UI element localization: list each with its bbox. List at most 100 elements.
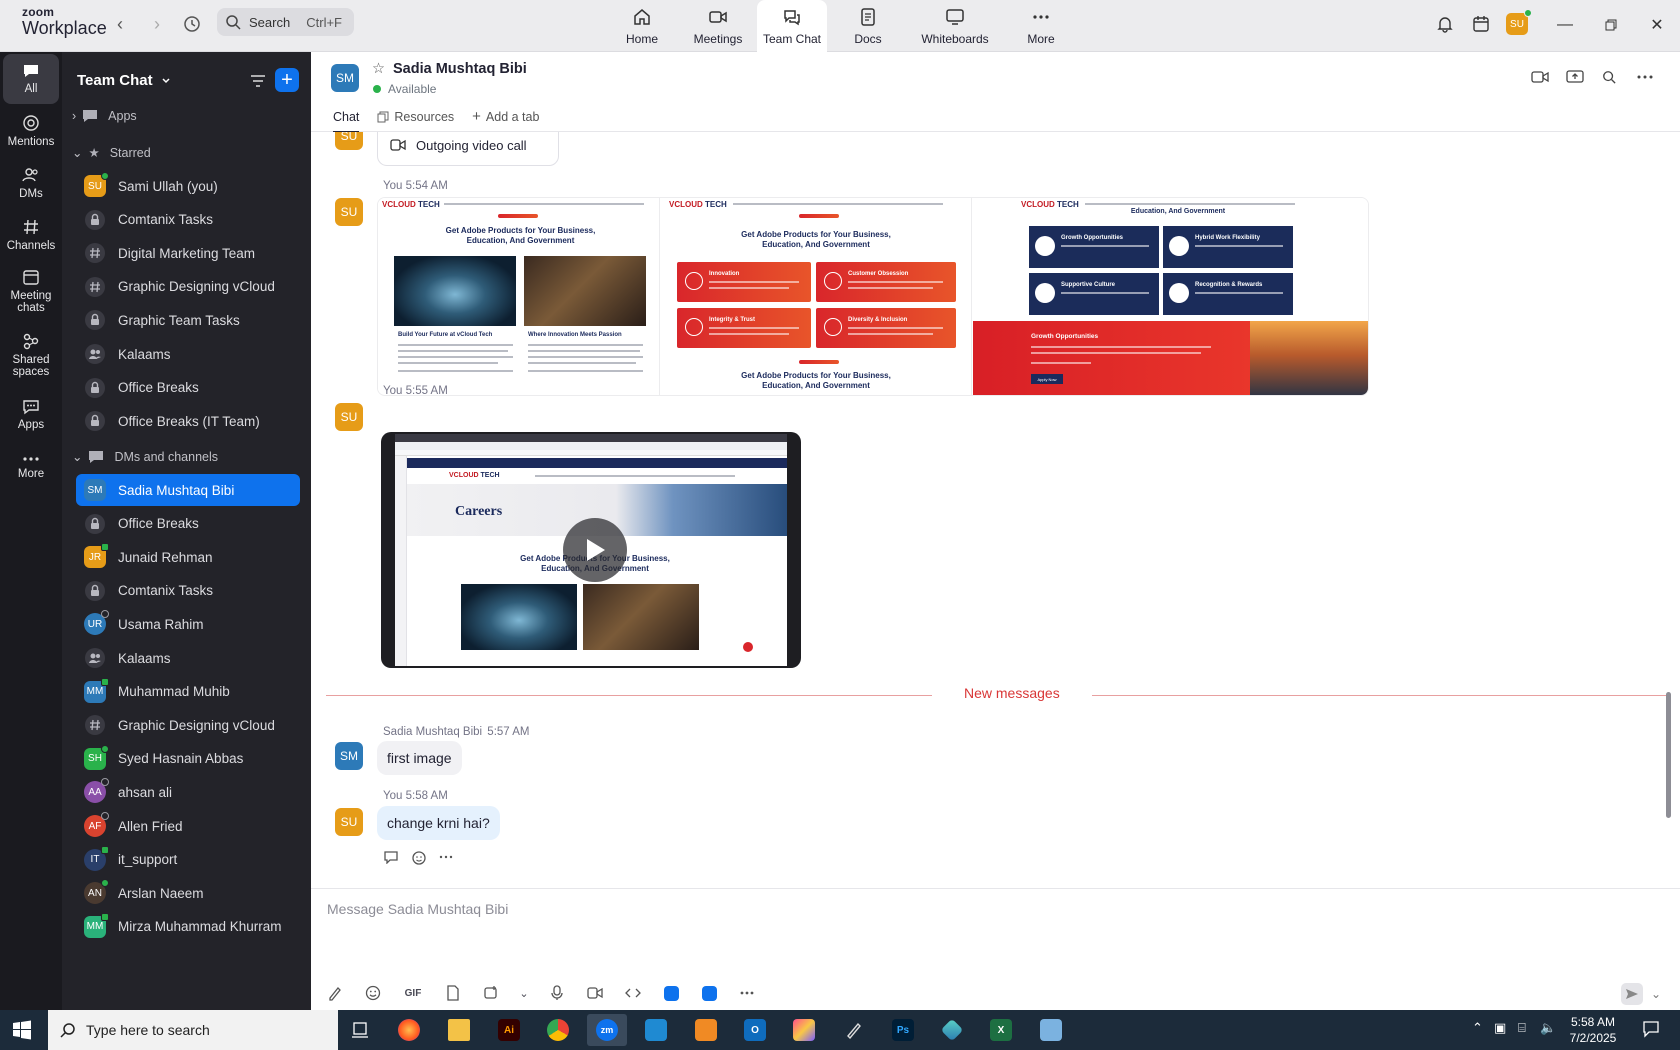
video-call-icon[interactable] <box>1529 66 1551 88</box>
scrollbar-thumb[interactable] <box>1666 692 1671 818</box>
photoshop-icon[interactable]: Ps <box>883 1014 923 1046</box>
tray-chevron-icon[interactable]: ⌃ <box>1472 1020 1483 1036</box>
more-options-icon[interactable] <box>1634 66 1656 88</box>
app-icon-colorful[interactable] <box>784 1014 824 1046</box>
video-attachment[interactable]: VCLOUD TECH Careers Get Adobe Products f… <box>381 432 801 668</box>
back-arrow-icon[interactable]: ‹ <box>108 12 132 36</box>
play-button[interactable] <box>563 518 627 582</box>
share-screen-icon[interactable] <box>1564 66 1586 88</box>
sidebar-item[interactable]: Graphic Team Tasks <box>76 304 300 336</box>
sender-avatar[interactable]: SU <box>335 808 363 836</box>
app-icon-teal[interactable] <box>932 1014 972 1046</box>
sidebar-title[interactable]: Team Chat <box>77 72 171 89</box>
illustrator-icon[interactable]: Ai <box>489 1014 529 1046</box>
tab-docs[interactable]: Docs <box>843 0 893 52</box>
tab-chat[interactable]: Chat <box>333 108 360 133</box>
sidebar-item[interactable]: Comtanix Tasks <box>76 575 300 607</box>
sidebar-item[interactable]: SU Sami Ullah (you) <box>76 170 300 202</box>
calendar-icon[interactable] <box>1469 12 1493 36</box>
tab-meetings[interactable]: Meetings <box>688 0 748 52</box>
rail-more[interactable]: More <box>3 442 59 492</box>
sidebar-item[interactable]: MM Muhammad Muhib <box>76 676 300 708</box>
tab-whiteboards[interactable]: Whiteboards <box>915 0 995 52</box>
star-outline-icon[interactable]: ☆ <box>372 61 385 77</box>
user-avatar[interactable]: SU <box>1505 9 1532 36</box>
sender-name[interactable]: Sadia Mushtaq Bibi <box>383 726 482 738</box>
sidebar-item[interactable]: MM Mirza Muhammad Khurram <box>76 911 300 943</box>
close-icon[interactable]: ✕ <box>1644 12 1670 38</box>
task-view-icon[interactable] <box>340 1014 380 1046</box>
tray-app-icon[interactable]: ▣ <box>1494 1020 1506 1036</box>
image-attachment-1[interactable]: VCLOUD TECH Get Adobe Products for Your … <box>378 198 660 395</box>
chrome-icon[interactable] <box>538 1014 578 1046</box>
sidebar-item[interactable]: AF Allen Fried <box>76 810 300 842</box>
sender-avatar[interactable]: SU <box>335 132 363 150</box>
rail-shared-spaces[interactable]: Shared spaces <box>3 326 59 384</box>
rail-all[interactable]: All <box>3 54 59 104</box>
windows-start-icon[interactable] <box>12 1020 32 1040</box>
tab-resources[interactable]: Resources <box>377 108 454 133</box>
rail-meeting-chats[interactable]: Meeting chats <box>3 262 59 320</box>
minimize-icon[interactable]: — <box>1552 12 1578 38</box>
outlook-icon[interactable]: O <box>735 1014 775 1046</box>
search-icon[interactable] <box>1598 66 1620 88</box>
sidebar-item[interactable]: JR Junaid Rehman <box>76 541 300 573</box>
sidebar-item[interactable]: Office Breaks <box>76 372 300 404</box>
sidebar-item[interactable]: AN Arslan Naeem <box>76 877 300 909</box>
sender-avatar[interactable]: SM <box>335 742 363 770</box>
sidebar-item[interactable]: Office Breaks <box>76 508 300 540</box>
app-icon-blue[interactable] <box>1031 1014 1071 1046</box>
sender-avatar[interactable]: SU <box>335 198 363 226</box>
microphone-icon[interactable] <box>547 983 567 1003</box>
message-input[interactable]: Message Sadia Mushtaq Bibi <box>327 901 508 917</box>
emoji-reaction-icon[interactable] <box>411 850 427 866</box>
zoom-app-icon[interactable]: zm <box>587 1014 627 1046</box>
gif-button[interactable]: GIF <box>401 983 425 1003</box>
send-icon[interactable] <box>1621 983 1643 1005</box>
sender-avatar[interactable]: SU <box>335 403 363 431</box>
video-message-icon[interactable] <box>585 983 605 1003</box>
taskbar-search[interactable]: Type here to search <box>48 1010 338 1050</box>
bell-icon[interactable] <box>1433 12 1457 36</box>
attach-file-icon[interactable] <box>443 983 463 1003</box>
excel-icon[interactable]: X <box>981 1014 1021 1046</box>
screenshot-icon[interactable] <box>481 983 501 1003</box>
network-icon[interactable]: ⌸ <box>1518 1020 1526 1036</box>
new-chat-button[interactable]: + <box>275 68 299 92</box>
sidebar-item[interactable]: SM Sadia Mushtaq Bibi <box>76 474 300 506</box>
code-snippet-icon[interactable] <box>623 983 643 1003</box>
tab-more[interactable]: More <box>1016 0 1066 52</box>
notifications-icon[interactable] <box>1642 1020 1660 1041</box>
sidebar-item[interactable]: Digital Marketing Team <box>76 237 300 269</box>
vscode-icon[interactable] <box>636 1014 676 1046</box>
section-starred[interactable]: ⌄ ★ Starred <box>72 145 151 161</box>
emoji-icon[interactable] <box>363 983 383 1003</box>
sidebar-item[interactable]: SH Syed Hasnain Abbas <box>76 743 300 775</box>
taskbar-clock[interactable]: 5:58 AM 7/2/2025 <box>1558 1014 1628 1046</box>
rail-dms[interactable]: DMs <box>3 158 59 208</box>
app-icon-orange[interactable] <box>686 1014 726 1046</box>
image-attachment-2[interactable]: VCLOUD TECH Get Adobe Products for Your … <box>661 198 972 395</box>
rail-mentions[interactable]: Mentions <box>3 106 59 156</box>
sidebar-item[interactable]: Graphic Designing vCloud <box>76 271 300 303</box>
sidebar-item[interactable]: Kalaams <box>76 338 300 370</box>
more-icon[interactable] <box>737 983 757 1003</box>
format-icon[interactable] <box>325 983 345 1003</box>
rail-apps[interactable]: Apps <box>3 390 59 440</box>
image-attachment-3[interactable]: VCLOUD TECH Education, And Government Gr… <box>973 198 1368 395</box>
tab-home[interactable]: Home <box>617 0 667 52</box>
contact-avatar[interactable]: SM <box>331 64 359 92</box>
pen-tool-icon[interactable] <box>834 1014 874 1046</box>
message-bubble[interactable]: change krni hai? <box>377 806 500 840</box>
sidebar-item[interactable]: Graphic Designing vCloud <box>76 709 300 741</box>
rail-channels[interactable]: Channels <box>3 210 59 260</box>
contact-name-row[interactable]: ☆ Sadia Mushtaq Bibi <box>372 61 527 77</box>
sidebar-item[interactable]: Comtanix Tasks <box>76 204 300 236</box>
tab-add[interactable]: + Add a tab <box>472 108 539 133</box>
reply-icon[interactable] <box>383 850 399 864</box>
outgoing-call-card[interactable]: Outgoing video call <box>377 132 559 166</box>
sidebar-item[interactable]: AA ahsan ali <box>76 776 300 808</box>
more-icon[interactable] <box>439 850 453 864</box>
file-explorer-icon[interactable] <box>439 1014 479 1046</box>
sidebar-item[interactable]: Kalaams <box>76 642 300 674</box>
